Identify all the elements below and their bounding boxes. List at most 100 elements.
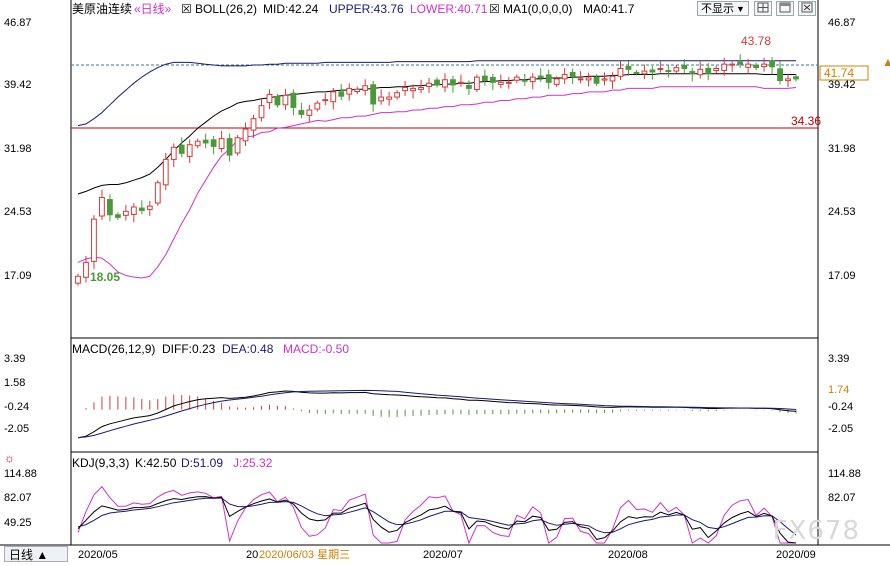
y-tick-left: 24.53 <box>4 206 32 218</box>
candle-body <box>665 70 672 73</box>
period-tag: «日线» <box>134 2 172 16</box>
kdj-y-tick: 114.88 <box>828 468 861 480</box>
boll-upper-line <box>77 60 796 127</box>
candle-body <box>242 128 249 142</box>
y-tick-right: 24.53 <box>828 206 856 218</box>
macd-y-tick: 3.39 <box>4 353 25 365</box>
y-tick-right: 39.42 <box>828 79 856 91</box>
y-tick-right: 17.09 <box>828 270 856 282</box>
candle-body <box>657 67 664 70</box>
kdj-series <box>77 485 797 545</box>
kdj-title: KDJ(9,3,3) <box>72 456 129 470</box>
candle-body <box>529 76 536 83</box>
candle-body <box>402 87 408 92</box>
boll-checkbox[interactable]: ☒ <box>181 2 192 16</box>
candle-body <box>713 67 720 72</box>
candle-body <box>274 96 281 106</box>
macd-series <box>77 389 797 439</box>
candle-body <box>473 76 480 90</box>
candle-body <box>745 63 752 68</box>
candle-body <box>99 196 105 217</box>
x-tick-label: 2020/08 <box>608 549 648 561</box>
ma-checkbox[interactable]: ☒ <box>489 2 500 16</box>
candle-body <box>338 91 345 97</box>
high-label: 43.78 <box>741 34 771 48</box>
price-y-ticks: 46.87 39.42 31.98 24.53 17.09 46.87 39.4… <box>4 17 856 282</box>
candle-body <box>609 75 616 82</box>
kdj-y-ticks: 114.88 82.07 49.25 114.88 82.07 <box>4 468 861 529</box>
candle-body <box>194 140 201 147</box>
candle-body <box>673 67 680 72</box>
candle-body <box>154 182 161 204</box>
candle-body <box>170 146 177 160</box>
x-tick-label: 2020/07 <box>423 549 463 561</box>
candle-body <box>226 138 233 156</box>
candle-body <box>681 65 688 69</box>
candle-body <box>513 76 520 81</box>
y-tick-right: 46.87 <box>828 17 856 29</box>
boll-mid-value: MID:42.24 <box>263 2 319 16</box>
candle-body <box>107 199 113 216</box>
candle-body <box>497 81 504 85</box>
candle-body <box>314 102 321 110</box>
candle-body <box>426 82 432 87</box>
kdj-y-tick: 82.07 <box>4 492 32 504</box>
kdj-j: J:25.32 <box>233 456 273 470</box>
low-label: 18.05 <box>90 270 120 284</box>
candle-body <box>330 91 337 103</box>
candle-body <box>481 75 488 82</box>
candle-body <box>561 74 568 80</box>
candle-body <box>505 81 512 84</box>
candle-body <box>186 144 193 157</box>
candle-body <box>354 88 361 93</box>
candle-body <box>162 158 169 186</box>
sun-icon[interactable]: ☼ <box>4 451 15 465</box>
candle-body <box>83 261 89 278</box>
candle-body <box>138 207 145 211</box>
chart-canvas: 美原油连续 «日线» ☒ BOLL(26,2) MID:42.24 UPPER:… <box>0 0 890 561</box>
candle-body <box>130 206 137 215</box>
candle-body <box>585 77 592 81</box>
instrument-name: 美原油连续 <box>72 1 132 16</box>
candle-body <box>282 94 289 106</box>
candle-body <box>625 65 632 70</box>
y-tick-left: 46.87 <box>4 17 32 29</box>
y-tick-right: 31.98 <box>828 143 856 155</box>
candle-body <box>729 63 736 66</box>
candle-body <box>394 92 401 98</box>
candle-body <box>593 76 600 84</box>
y-tick-left: 31.98 <box>4 143 32 155</box>
macd-y-tick: 1.58 <box>4 377 25 389</box>
candle-body <box>91 218 97 262</box>
price-marker-icon: ▲ <box>882 55 890 69</box>
candle-body <box>537 75 544 79</box>
candle-body <box>75 275 81 284</box>
candle-body <box>577 78 584 81</box>
x-tick-label: 2020/05 <box>78 549 118 561</box>
kdj-k: K:42.50 <box>135 456 177 470</box>
candle-body <box>553 78 560 85</box>
candle-body <box>769 60 775 68</box>
y-tick-left: 39.42 <box>4 79 32 91</box>
macd-y-tick: 3.39 <box>828 353 849 365</box>
candle-body <box>617 67 624 77</box>
candle-body <box>466 84 472 89</box>
candle-body <box>122 210 129 216</box>
candle-body <box>346 87 353 95</box>
candle-body <box>761 63 767 68</box>
candle-body <box>146 205 153 210</box>
boll-label: BOLL(26,2) <box>195 2 257 16</box>
candle-body <box>202 139 209 144</box>
candle-body <box>234 137 241 154</box>
candle-body <box>362 85 369 91</box>
candle-body <box>218 138 225 149</box>
candle-body <box>705 67 712 75</box>
period-switch-button[interactable]: 日线 ▲ <box>4 546 68 562</box>
candle-body <box>378 96 385 102</box>
macd-title: MACD(26,12,9) <box>72 342 155 356</box>
ma-label: MA1(0,0,0,0) <box>503 2 572 16</box>
macd-y-tick: -0.24 <box>4 401 29 413</box>
macd-y-tick: -2.05 <box>4 423 29 435</box>
candle-body <box>569 71 576 77</box>
boll-lower-line <box>77 86 797 279</box>
